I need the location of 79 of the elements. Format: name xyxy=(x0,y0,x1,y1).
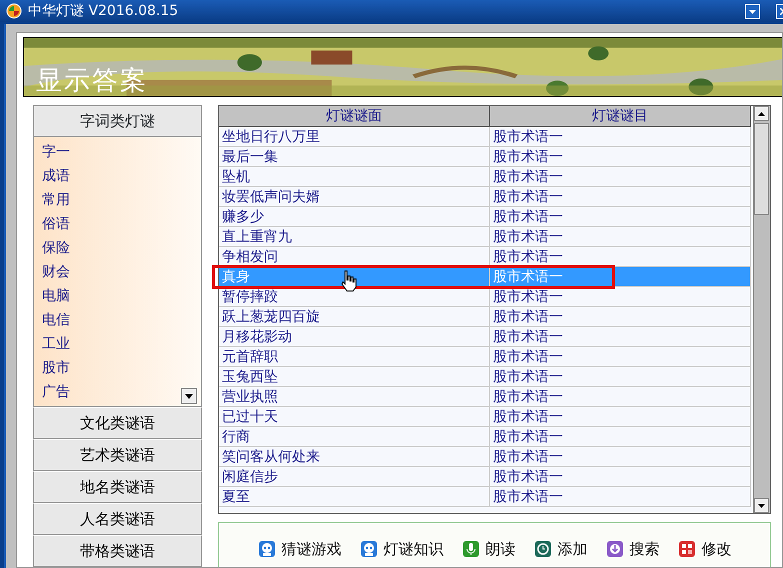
robot-icon xyxy=(360,540,378,558)
table-cell: 股市术语一 xyxy=(490,487,751,507)
hand-cursor-icon xyxy=(340,270,358,292)
sidebar-item[interactable]: 常用 xyxy=(42,188,201,212)
table-cell: 坠机 xyxy=(219,167,490,187)
caret-icon xyxy=(758,504,765,508)
sidebar-item[interactable]: 财会 xyxy=(42,260,201,284)
table-cell: 股市术语一 xyxy=(490,327,751,347)
sidebar-item[interactable]: 电信 xyxy=(42,308,201,332)
toolbar-button[interactable]: 猜谜游戏 xyxy=(258,538,342,560)
toolbar-button[interactable]: 添加 xyxy=(534,538,588,560)
table-cell: 直上重宵九 xyxy=(219,227,490,247)
table-cell: 股市术语一 xyxy=(490,407,751,427)
table-cell: 股市术语一 xyxy=(490,227,751,247)
table-cell: 闲庭信步 xyxy=(219,467,490,487)
category-header[interactable]: 字词类灯谜 xyxy=(33,105,202,137)
category-button[interactable]: 文化类谜语 xyxy=(33,407,202,439)
table-cell: 笑问客从何处来 xyxy=(219,447,490,467)
robot-icon xyxy=(258,540,276,558)
table-cell: 行商 xyxy=(219,427,490,447)
sidebar-item[interactable]: 俗语 xyxy=(42,212,201,236)
download-icon xyxy=(606,540,624,558)
sidebar-item[interactable]: 工业 xyxy=(42,332,201,356)
toolbar-button[interactable]: 修改 xyxy=(678,538,732,560)
column-header[interactable]: 灯谜谜面 xyxy=(219,106,490,127)
table-cell: 股市术语一 xyxy=(490,307,751,327)
table-cell: 夏至 xyxy=(219,487,490,507)
microphone-icon xyxy=(462,540,480,558)
sidebar-item[interactable]: 保险 xyxy=(42,236,201,260)
sidebar-item[interactable]: 字一 xyxy=(42,140,201,164)
table-cell: 营业执照 xyxy=(219,387,490,407)
table-cell: 股市术语一 xyxy=(490,147,751,167)
table-cell: 股市术语一 xyxy=(490,267,751,287)
category-button[interactable]: 地名类谜语 xyxy=(33,471,202,503)
scrollbar-thumb[interactable] xyxy=(754,123,769,215)
category-button[interactable]: 带格类谜语 xyxy=(33,535,202,567)
table-cell: 股市术语一 xyxy=(490,467,751,487)
table-cell: 争相发问 xyxy=(219,247,490,267)
sidebar-item[interactable]: 电脑 xyxy=(42,284,201,308)
grid-icon xyxy=(678,540,696,558)
table-cell: 元首辞职 xyxy=(219,347,490,367)
table-cell: 妆罢低声问夫婿 xyxy=(219,187,490,207)
toolbar-button[interactable]: 朗读 xyxy=(462,538,516,560)
caret-icon xyxy=(749,8,756,14)
category-button[interactable]: 人名类谜语 xyxy=(33,503,202,535)
clock-icon xyxy=(534,540,552,558)
table-cell: 股市术语一 xyxy=(490,207,751,227)
banner-title: 显示答案 xyxy=(36,65,148,96)
table-cell: 股市术语一 xyxy=(490,127,751,147)
scroll-down-button[interactable] xyxy=(181,388,197,404)
scroll-up-button[interactable] xyxy=(754,106,769,121)
table-cell: 玉兔西坠 xyxy=(219,367,490,387)
table-cell: 赚多少 xyxy=(219,207,490,227)
table-cell: 股市术语一 xyxy=(490,187,751,207)
table-cell: 坐地日行八万里 xyxy=(219,127,490,147)
table-cell: 跃上葱茏四百旋 xyxy=(219,307,490,327)
caret-icon xyxy=(185,394,193,398)
window-title: 中华灯谜 V2016.08.15 xyxy=(28,2,178,20)
table-cell: 股市术语一 xyxy=(490,287,751,307)
table-cell: 股市术语一 xyxy=(490,387,751,407)
minimize-button[interactable] xyxy=(745,4,760,18)
scroll-down-button[interactable] xyxy=(754,498,769,513)
column-header[interactable]: 灯谜谜目 xyxy=(490,106,751,127)
table-cell: 股市术语一 xyxy=(490,347,751,367)
table-cell: 最后一集 xyxy=(219,147,490,167)
sidebar-item[interactable]: 股市 xyxy=(42,356,201,380)
toolbar-button[interactable]: 灯谜知识 xyxy=(360,538,444,560)
table-cell: 股市术语一 xyxy=(490,427,751,447)
table-cell: 股市术语一 xyxy=(490,167,751,187)
table-cell: 月移花影动 xyxy=(219,327,490,347)
category-button[interactable]: 艺术类谜语 xyxy=(33,439,202,471)
table-cell: 股市术语一 xyxy=(490,367,751,387)
table-cell: 股市术语一 xyxy=(490,447,751,467)
sidebar-item[interactable]: 广告 xyxy=(42,380,201,404)
app-logo-icon xyxy=(6,3,22,19)
toolbar-button[interactable]: 搜索 xyxy=(606,538,660,560)
caret-icon xyxy=(758,112,765,116)
table-cell: 已过十天 xyxy=(219,407,490,427)
sidebar-item[interactable]: 成语 xyxy=(42,164,201,188)
